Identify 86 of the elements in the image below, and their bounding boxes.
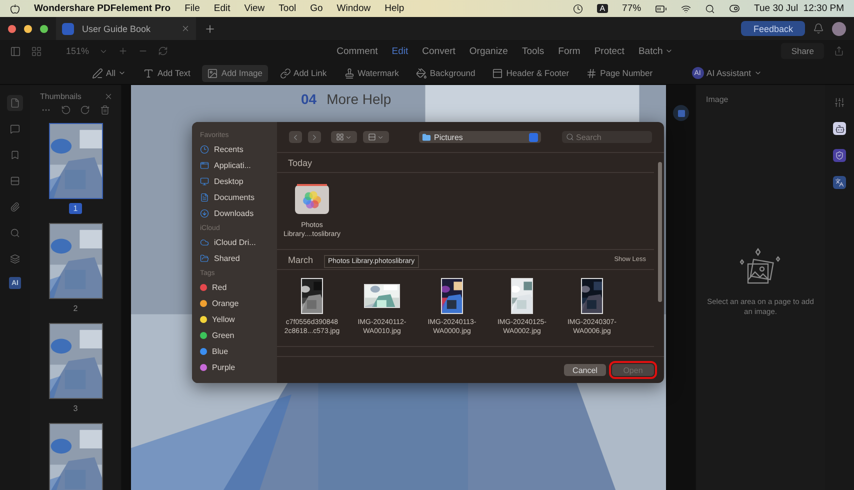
- text-icon: [143, 68, 154, 78]
- translate-icon: [835, 178, 844, 187]
- bookmark-icon: [10, 150, 20, 160]
- header-icon: [492, 68, 504, 78]
- zoom-window-icon[interactable]: [40, 24, 48, 32]
- sliders-icon: [834, 97, 845, 108]
- app-name[interactable]: Wondershare PDFelement Pro: [34, 3, 171, 14]
- feedback-button[interactable]: Feedback: [741, 21, 805, 36]
- tool-button[interactable]: Header & Footer: [487, 64, 574, 82]
- convert-icon[interactable]: [673, 105, 689, 121]
- tool-button[interactable]: Add Text: [138, 64, 196, 82]
- menu-tab[interactable]: Edit: [386, 46, 414, 56]
- hash-icon: [586, 68, 598, 78]
- date-time: Tue 30 Jul 12:30 PM: [754, 3, 844, 14]
- trash-icon: [100, 105, 110, 115]
- wifi-icon: [681, 4, 692, 14]
- sidebar-icon: [10, 46, 21, 56]
- page-thumbnail[interactable]: [48, 423, 102, 490]
- menu-tab[interactable]: Protect: [589, 46, 630, 56]
- tool-button[interactable]: Add Image: [202, 64, 268, 82]
- paperclip-icon: [10, 202, 20, 212]
- menu-tab[interactable]: Form: [553, 46, 586, 56]
- menu-item[interactable]: Go: [310, 3, 323, 14]
- menu-item[interactable]: Window: [336, 3, 371, 14]
- rotate-icon: [158, 46, 168, 56]
- avatar[interactable]: [832, 22, 846, 36]
- stamp-icon: [344, 68, 355, 78]
- control-center-icon: [729, 3, 740, 14]
- panel-title: Image: [705, 94, 730, 106]
- menu-item[interactable]: Help: [384, 3, 404, 14]
- tab-title: User Guide Book: [82, 24, 152, 34]
- file-icon: [10, 98, 20, 108]
- page-number: 2: [72, 303, 79, 314]
- filter-dropdown[interactable]: All: [87, 64, 132, 82]
- robot-button[interactable]: [833, 122, 846, 135]
- menu-item[interactable]: Edit: [214, 3, 230, 14]
- shield-button[interactable]: [833, 149, 846, 162]
- tool-button[interactable]: Add Link: [274, 64, 332, 82]
- close-window-icon[interactable]: [8, 24, 16, 32]
- apple-icon: [10, 4, 20, 14]
- page-number: 3: [72, 403, 79, 414]
- grid-icon: [31, 46, 42, 56]
- clock-icon: [572, 4, 583, 14]
- input-source-icon[interactable]: A: [596, 4, 608, 13]
- share-button[interactable]: Share: [781, 43, 824, 59]
- image-icon: [207, 68, 218, 78]
- chevron-down-icon: [118, 69, 126, 77]
- shield-check-icon: [835, 151, 844, 160]
- menu-item[interactable]: File: [184, 3, 200, 14]
- layers-icon: [10, 254, 20, 264]
- tool-button[interactable]: Watermark: [338, 64, 404, 82]
- rotate-left-icon: [60, 105, 71, 115]
- page-number: 1: [69, 203, 82, 214]
- tool-button[interactable]: Background: [410, 64, 480, 82]
- battery-icon: [655, 2, 668, 14]
- rows-icon: [10, 176, 20, 186]
- minimize-window-icon[interactable]: [24, 24, 32, 32]
- panel-title: Thumbnails: [40, 92, 82, 101]
- rail-button[interactable]: [7, 95, 23, 111]
- search-icon: [10, 228, 20, 238]
- rotate-right-icon: [80, 105, 90, 115]
- comment-icon: [10, 124, 20, 134]
- bell-icon: [813, 23, 824, 34]
- close-icon: [104, 92, 113, 101]
- new-tab-icon: [204, 22, 216, 34]
- robot-icon: [834, 124, 844, 134]
- app-logo-icon: [62, 22, 74, 34]
- translate-button[interactable]: [833, 176, 846, 189]
- menu-tab[interactable]: Batch: [633, 46, 678, 56]
- upload-icon: [834, 46, 844, 56]
- search-icon: [705, 4, 716, 14]
- menu-tab[interactable]: Comment: [332, 46, 383, 56]
- menu-item[interactable]: View: [244, 3, 265, 14]
- pen-icon: [92, 68, 104, 78]
- menu-tab[interactable]: Convert: [417, 46, 460, 56]
- menu-tab[interactable]: Organize: [464, 46, 513, 56]
- link-icon: [280, 68, 291, 78]
- menu-item[interactable]: Tool: [278, 3, 296, 14]
- document-tab[interactable]: User Guide Book: [56, 17, 196, 40]
- zoom-in-icon: [118, 46, 128, 56]
- paint-bucket-icon: [416, 68, 427, 78]
- close-icon: [181, 24, 190, 33]
- chevron-down-icon: [754, 69, 762, 77]
- battery-percentage: 77%: [622, 3, 642, 14]
- tool-button[interactable]: Page Number: [581, 64, 658, 82]
- menu-tab[interactable]: Tools: [516, 46, 550, 56]
